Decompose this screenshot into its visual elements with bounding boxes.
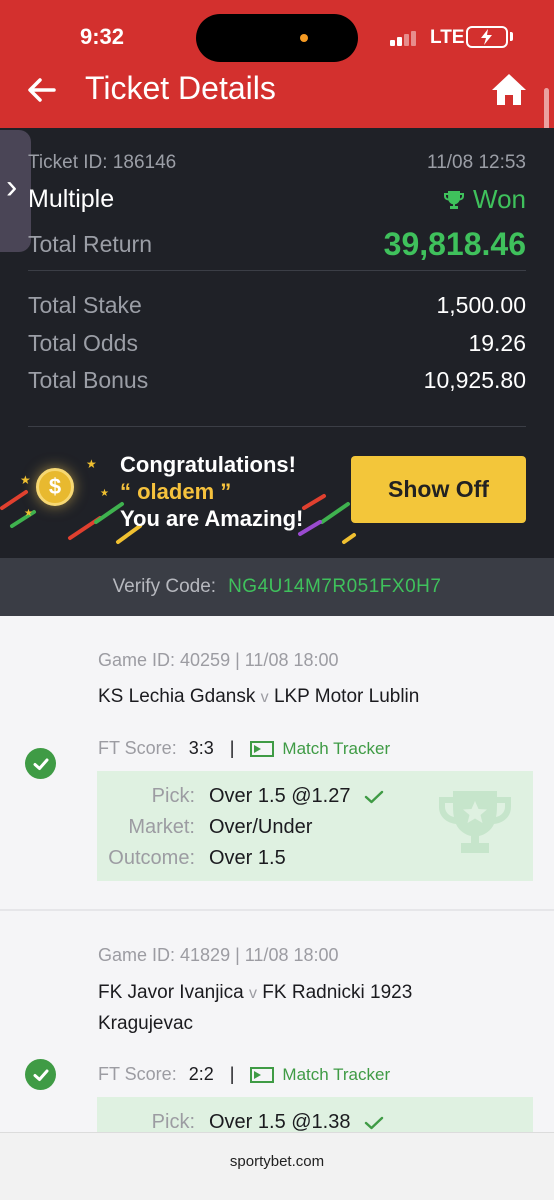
checkmark-icon (365, 790, 384, 803)
network-type: LTE (430, 27, 465, 48)
divider (28, 426, 526, 427)
bet-type: Multiple (28, 185, 115, 213)
pick-row: Pick: Over 1.5 @1.27 (97, 785, 533, 811)
total-odds-value: 19.26 (468, 330, 526, 356)
browser-url-bar[interactable]: sportybet.com (0, 1132, 554, 1200)
home-team: FK Javor Ivanjica (98, 982, 244, 1003)
congrats-line3: You are Amazing! (120, 506, 304, 531)
market-label: Market: (128, 816, 195, 838)
total-odds-row: Total Odds 19.26 (28, 330, 526, 357)
status-text: Won (473, 184, 526, 214)
pick-row: Pick: Over 1.5 @1.38 (97, 1111, 533, 1132)
versus-label: v (260, 689, 269, 706)
separator: | (229, 1064, 235, 1084)
match-tracker-icon (250, 1066, 275, 1083)
versus-label: v (249, 985, 258, 1002)
match-tracker-icon (250, 740, 275, 757)
match-tracker-label: Match Tracker (282, 1064, 391, 1084)
total-return-row: Total Return 39,818.46 (28, 226, 526, 263)
battery-charging-icon (466, 26, 508, 48)
pick-value-wrap: Over 1.5 @1.38 (209, 1111, 384, 1132)
svg-text:★: ★ (86, 457, 97, 471)
total-bonus-row: Total Bonus 10,925.80 (28, 367, 526, 394)
ticket-id-row: Ticket ID: 186146 11/08 12:53 (28, 152, 526, 174)
svg-text:★: ★ (24, 508, 33, 519)
score-row: FT Score: 2:2 | Match Tracker (98, 1064, 390, 1085)
score-value: 2:2 (188, 1064, 214, 1084)
game-meta: Game ID: 40259 | 11/08 18:00 (98, 650, 339, 670)
verify-code-value[interactable]: NG4U14M7R051FX0H7 (228, 576, 441, 598)
check-circle-icon (25, 1059, 56, 1090)
list-item: Game ID: 41829 | 11/08 18:00 FK Javor Iv… (0, 911, 554, 1132)
congrats-username: “ oladem ” (120, 479, 232, 504)
total-return-label: Total Return (28, 231, 153, 257)
outcome-row: Outcome: Over 1.5 (97, 847, 533, 873)
pick-value: Over 1.5 @1.27 (209, 785, 351, 807)
market-row: Market: Over/Under (97, 816, 533, 842)
home-icon[interactable] (490, 72, 528, 108)
total-bonus-label: Total Bonus (28, 367, 149, 393)
match-tracker-link[interactable]: Match Tracker (250, 739, 390, 759)
bet-type-row: Multiple Won (28, 184, 526, 215)
ticket-summary: › Ticket ID: 186146 11/08 12:53 Multiple… (0, 128, 554, 558)
score-row: FT Score: 3:3 | Match Tracker (98, 738, 390, 759)
separator: | (229, 738, 235, 758)
pick-value: Over 1.5 @1.38 (209, 1111, 351, 1132)
coin-icon: $ (36, 468, 74, 506)
congrats-banner: ★ ★ ★ ★ $ Congratulations! “ oladem ” Yo… (0, 438, 554, 558)
ticket-datetime: 11/08 12:53 (427, 152, 526, 173)
score-label: FT Score: (98, 738, 177, 758)
list-item: Game ID: 40259 | 11/08 18:00 KS Lechia G… (0, 616, 554, 910)
match-tracker-link[interactable]: Match Tracker (250, 1065, 390, 1085)
verify-code-bar: Verify Code: NG4U14M7R051FX0H7 (0, 558, 554, 616)
chevron-right-icon: › (6, 168, 18, 206)
congrats-text: Congratulations! “ oladem ” You are Amaz… (120, 451, 303, 532)
dynamic-island (196, 14, 358, 62)
app-header: 9:32 LTE Ticket Details (0, 0, 554, 134)
total-bonus-value: 10,925.80 (423, 367, 526, 393)
away-team: LKP Motor Lublin (273, 686, 420, 707)
status-badge: Won (443, 184, 526, 215)
score-value: 3:3 (188, 738, 214, 758)
svg-text:★: ★ (20, 473, 31, 487)
battery-tip (510, 32, 513, 41)
outcome-value: Over 1.5 (209, 847, 286, 869)
back-arrow-icon[interactable] (24, 72, 60, 108)
score-label: FT Score: (98, 1064, 177, 1084)
home-team: KS Lechia Gdansk (98, 686, 256, 707)
total-stake-row: Total Stake 1,500.00 (28, 292, 526, 319)
game-meta: Game ID: 41829 | 11/08 18:00 (98, 945, 339, 965)
total-stake-label: Total Stake (28, 292, 142, 318)
status-time: 9:32 (80, 24, 125, 49)
outcome-label: Outcome: (108, 847, 195, 869)
pick-label: Pick: (151, 1111, 195, 1132)
total-odds-label: Total Odds (28, 330, 138, 356)
check-circle-icon (25, 748, 56, 779)
game-list: Game ID: 40259 | 11/08 18:00 KS Lechia G… (0, 616, 554, 1132)
checkmark-icon (365, 1116, 384, 1129)
cell-signal-icon (390, 28, 422, 46)
total-stake-value: 1,500.00 (436, 292, 526, 318)
url-text: sportybet.com (229, 1153, 325, 1170)
congrats-line1: Congratulations! (120, 452, 296, 477)
pick-details: Pick: Over 1.5 @1.27 Market: Over/Under … (97, 771, 533, 881)
pick-label: Pick: (151, 785, 195, 807)
trophy-icon (444, 190, 464, 209)
side-drawer-handle[interactable]: › (0, 130, 31, 252)
recording-indicator-icon (300, 34, 308, 42)
svg-text:★: ★ (100, 488, 109, 499)
show-off-button[interactable]: Show Off (351, 456, 526, 523)
page-title: Ticket Details (85, 70, 276, 106)
match-tracker-label: Match Tracker (282, 738, 391, 758)
total-return-value: 39,818.46 (383, 226, 526, 262)
pick-value-wrap: Over 1.5 @1.27 (209, 785, 384, 808)
match-teams: FK Javor Ivanjica v FK Radnicki 1923 Kra… (98, 978, 478, 1039)
market-value: Over/Under (209, 816, 313, 838)
match-teams: KS Lechia Gdansk v LKP Motor Lublin (98, 682, 498, 713)
ticket-id: Ticket ID: 186146 (28, 152, 177, 173)
pick-details: Pick: Over 1.5 @1.38 (97, 1097, 533, 1132)
divider (28, 270, 526, 271)
verify-code-label: Verify Code: (112, 576, 217, 597)
